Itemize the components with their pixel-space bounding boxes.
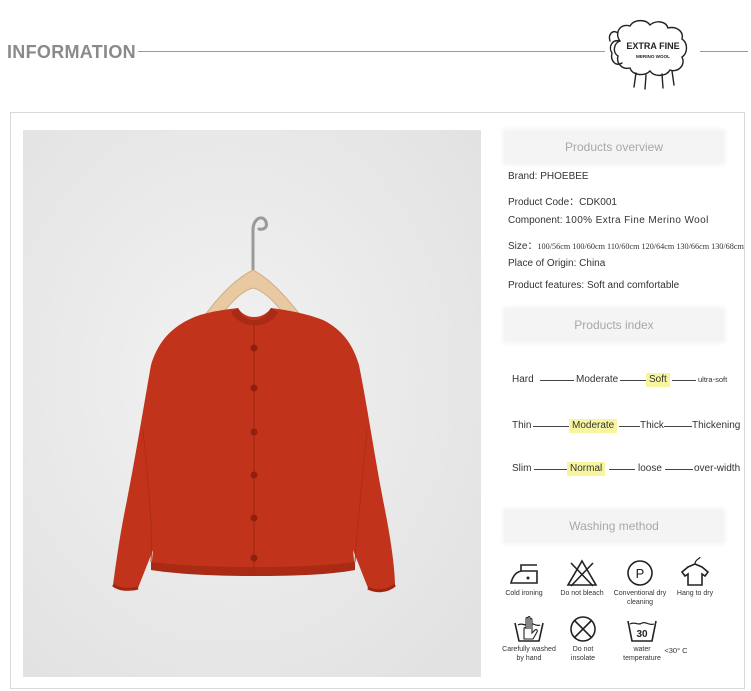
index-label: Hard [512,374,534,385]
wash-label: Conventional dry cleaning [613,590,667,606]
wash-item-water-temperature: 30 water temperature [617,615,667,663]
washing-method-heading: Washing method [505,510,723,542]
index-label: ultra-soft [698,375,728,384]
info-row-product-code: Product Code：CDK001 [508,193,617,208]
info-row-origin: Place of Origin: China [508,258,605,269]
wash-item-cold-ironing: Cold ironing [500,559,548,598]
index-label-selected: Soft [646,373,670,387]
page-title: INFORMATION [7,42,136,62]
info-row-size: Size：100/56cm 100/60cm 110/60cm 120/64cm… [508,237,744,252]
info-row-features: Product features: Soft and comfortable [508,280,679,291]
info-key: Product Code： [508,197,580,208]
wash-label: Cold ironing [505,590,543,597]
logo-line1: EXTRA FINE [626,41,679,51]
water-temp-limit: <30° C [664,646,688,655]
wash-label: water temperature [623,646,661,662]
info-key: Size： [508,241,538,252]
header-divider-right [700,51,748,52]
index-label: loose [638,463,662,474]
products-overview-heading: Products overview [505,131,723,163]
wash-item-dry-cleaning: P Conventional dry cleaning [612,559,668,607]
dry-clean-letter: P [636,566,645,581]
wash-label: Carefully washed by hand [502,646,556,662]
info-row-brand: Brand: PHOEBEE [508,171,589,182]
wash-label: Do not insolate [570,646,596,662]
hand-wash-icon [514,615,544,642]
no-insolate-icon [570,616,596,642]
info-value: PHOEBEE [540,171,589,182]
index-label: Thickening [692,420,741,431]
wash-item-no-insolate: Do not insolate [561,615,605,663]
product-photo [23,130,481,677]
wash-label: Do not bleach [560,590,604,597]
wash-item-hand-wash: Carefully washed by hand [500,615,558,663]
water-temp-number: 30 [636,629,648,640]
wash-item-no-bleach: Do not bleach [556,559,608,598]
info-value: 100/56cm 100/60cm 110/60cm 120/64cm 130/… [537,242,744,251]
info-row-component: Component: 100% Extra Fine Merino Wool [508,215,709,226]
logo-line2: MERINO WOOL [636,54,670,59]
index-row-thickness: Thin Moderate Thick Thickening [508,419,744,433]
index-label: Thick [640,420,664,431]
hang-dry-icon [680,556,710,586]
wash-item-hang-dry: Hang to dry [672,555,718,598]
wash-label: Hang to dry [676,590,714,597]
index-label-selected: Moderate [569,419,618,433]
info-key: Component: [508,215,563,226]
info-key: Product features: [508,280,585,291]
products-index-heading: Products index [505,309,723,341]
index-label-selected: Normal [567,462,606,476]
iron-icon [509,564,538,584]
info-value: China [579,258,606,269]
dry-clean-icon: P [627,560,653,586]
index-label: Slim [512,463,532,474]
merino-sheep-logo: EXTRA FINE MERINO WOOL [606,17,698,93]
header-divider [138,51,605,52]
no-bleach-icon [566,559,598,587]
info-value: Soft and comfortable [586,280,680,291]
index-label: Moderate [576,374,619,385]
water-temp-icon: 30 [627,620,657,642]
index-label: over-width [694,463,741,474]
index-label: Thin [512,420,532,431]
info-key: Brand: [508,171,538,182]
index-row-fit: Slim Normal loose over-width [508,462,744,476]
index-row-softness: Hard Moderate Soft ultra-soft [508,373,744,387]
info-key: Place of Origin: [508,258,577,269]
info-value: CDK001 [579,197,617,208]
info-value: 100% Extra Fine Merino Wool [565,215,709,226]
